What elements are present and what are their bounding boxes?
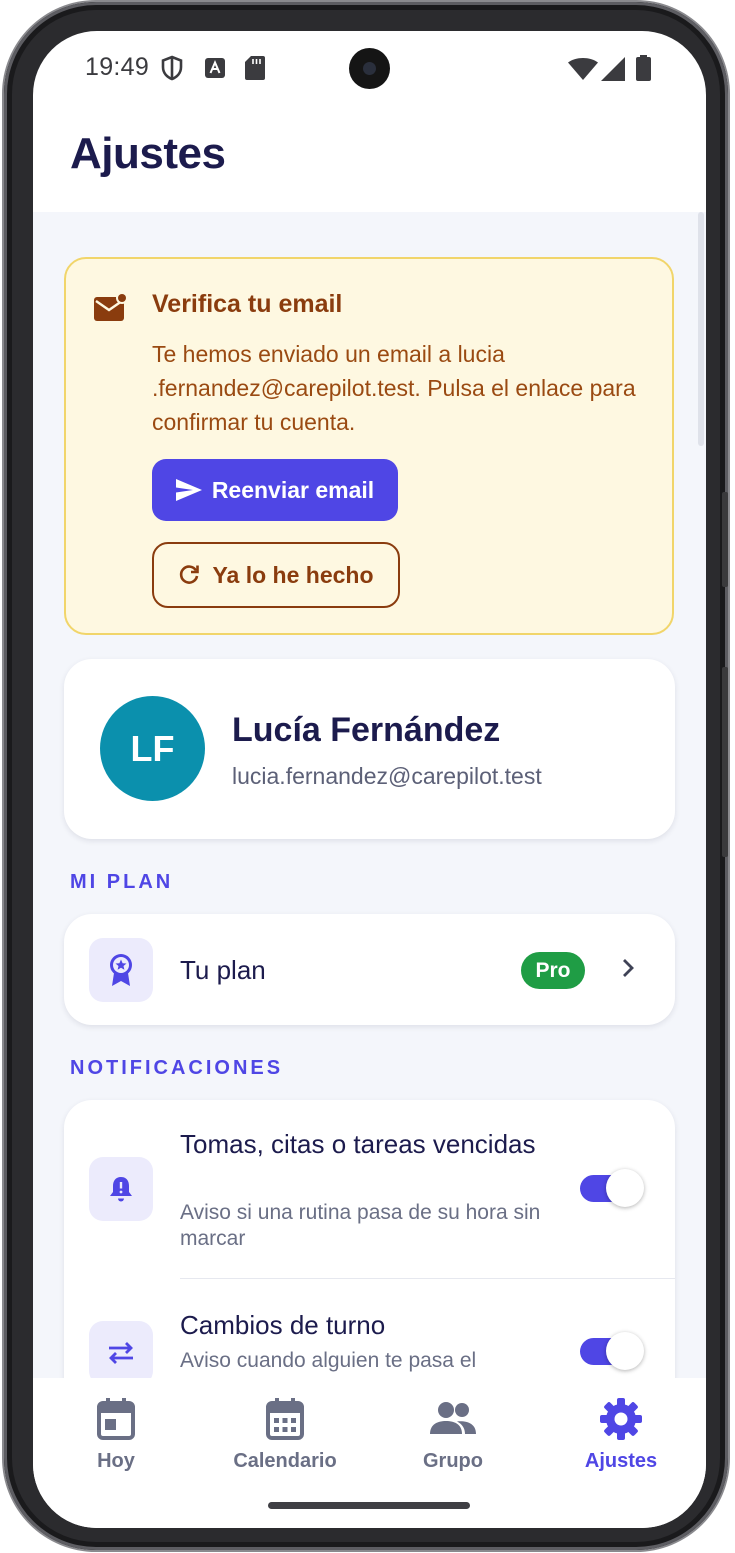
resend-email-label: Reenviar email: [211, 476, 375, 503]
refresh-icon: [180, 565, 200, 584]
notifications-card: Tomas, citas o tareas vencidas Aviso si …: [64, 1100, 675, 1378]
status-time: 19:49: [85, 53, 150, 81]
group-icon: [430, 1402, 476, 1434]
phone-frame: 19:49 Ajustes Verifica tu email Te hemos…: [4, 2, 728, 1550]
banner-text: Te hemos enviado un email a lucia .ferna…: [152, 341, 636, 435]
battery-icon: [636, 55, 651, 81]
gear-icon: [600, 1398, 642, 1440]
bottom-nav: Hoy Calendario Grupo Ajustes: [33, 1378, 706, 1528]
overdue-toggle[interactable]: [580, 1169, 644, 1207]
nav-label: Ajustes: [584, 1450, 658, 1472]
calendar-month-icon: [266, 1398, 304, 1440]
page-title: Ajustes: [70, 129, 226, 178]
shield-icon: [161, 55, 183, 81]
screen: 19:49 Ajustes Verifica tu email Te hemos…: [33, 31, 706, 1528]
verify-email-banner: Verifica tu email Te hemos enviado un em…: [64, 257, 674, 635]
status-bar: 19:49: [33, 31, 706, 109]
profile-card[interactable]: LF Lucía Fernández lucia.fernandez@carep…: [64, 659, 675, 839]
award-badge-icon: [110, 954, 132, 986]
profile-name: Lucía Fernández: [232, 711, 501, 749]
avatar: LF: [100, 696, 205, 801]
already-done-button[interactable]: Ya lo he hecho: [152, 542, 400, 608]
power-button: [722, 667, 728, 857]
resend-email-button[interactable]: Reenviar email: [152, 459, 398, 521]
plan-row[interactable]: Tu plan Pro: [64, 914, 675, 1025]
shift-icon-tile: [89, 1321, 153, 1378]
nav-item-grupo[interactable]: Grupo: [378, 1398, 528, 1488]
divider: [180, 1278, 675, 1279]
send-icon: [175, 479, 202, 501]
notification-subtitle: Aviso si una rutina pasa de su hora sin …: [180, 1201, 541, 1250]
home-indicator[interactable]: [268, 1502, 470, 1509]
plan-section-label: MI PLAN: [70, 871, 174, 893]
chevron-right-icon: [623, 959, 634, 977]
camera-cutout: [349, 48, 390, 89]
nav-item-calendario[interactable]: Calendario: [210, 1398, 360, 1488]
signal-icon: [601, 57, 625, 81]
font-a-icon: [205, 58, 225, 78]
banner-title: Verifica tu email: [152, 290, 343, 318]
toggle-knob: [606, 1332, 644, 1370]
bell-alert-icon: [110, 1177, 132, 1202]
profile-email: lucia.fernandez@carepilot.test: [232, 763, 542, 789]
wifi-icon: [568, 58, 598, 80]
nav-label: Grupo: [423, 1450, 483, 1472]
notification-title: Cambios de turno: [180, 1310, 386, 1340]
nav-label: Hoy: [97, 1450, 135, 1472]
settings-scroll-area[interactable]: Verifica tu email Te hemos enviado un em…: [33, 212, 706, 1378]
overdue-icon-tile: [89, 1157, 153, 1221]
plan-pro-badge: Pro: [521, 952, 585, 989]
toggle-knob: [606, 1169, 644, 1207]
nav-item-hoy[interactable]: Hoy: [41, 1398, 191, 1488]
notification-subtitle: Aviso cuando alguien te pasa el: [180, 1349, 477, 1372]
volume-button: [722, 492, 728, 587]
plan-label: Tu plan: [180, 955, 266, 985]
notifications-section-label: NOTIFICACIONES: [70, 1057, 284, 1079]
nav-item-ajustes[interactable]: Ajustes: [546, 1398, 696, 1488]
sd-card-icon: [245, 56, 265, 80]
shift-changes-toggle[interactable]: [580, 1332, 644, 1370]
nav-label: Calendario: [233, 1450, 337, 1472]
plan-icon-tile: [89, 938, 153, 1002]
already-done-label: Ya lo he hecho: [212, 561, 374, 588]
calendar-day-icon: [97, 1398, 135, 1440]
swap-arrows-icon: [109, 1342, 133, 1364]
mail-badge-icon: [94, 292, 128, 321]
scrollbar[interactable]: [698, 212, 704, 446]
notification-title: Tomas, citas o tareas vencidas: [180, 1129, 536, 1159]
